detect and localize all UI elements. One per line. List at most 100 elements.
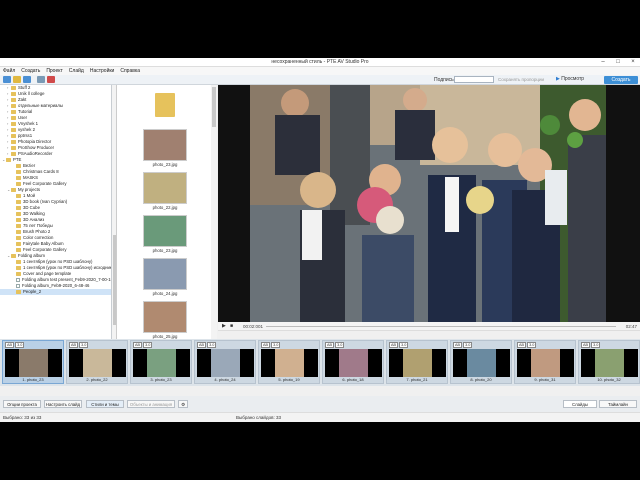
slide-tags: AB 3.0	[69, 342, 89, 348]
folder-icon	[16, 163, 21, 168]
menu-project[interactable]: Проект	[46, 67, 62, 75]
slide-thumbnail[interactable]: AB 3.0 10. photo_32	[578, 340, 640, 384]
preview-photo	[250, 85, 606, 322]
stop-icon[interactable]: ■	[230, 323, 233, 329]
slide-duration: 3.0	[463, 342, 473, 348]
folder-icon	[11, 91, 16, 96]
menu-create[interactable]: Создать	[21, 67, 40, 75]
ab-badge: AB	[133, 342, 143, 348]
folder-icon	[16, 169, 21, 174]
tree-item-label: Brush Photo 2	[23, 229, 51, 234]
tree-item-label: отдельные материалы	[18, 103, 63, 108]
tree-item-label: Feel Corporate Gallery	[23, 181, 67, 186]
new-project-icon[interactable]	[3, 76, 11, 83]
slide-tags: AB 3.0	[389, 342, 409, 348]
styles-themes-button[interactable]: Стили и темы	[86, 400, 124, 408]
file-icon	[16, 283, 20, 288]
slide-settings-button[interactable]: Настроить слайд	[44, 400, 82, 408]
minimize-icon[interactable]: –	[596, 58, 610, 67]
folder-icon	[16, 223, 21, 228]
slide-image	[211, 349, 240, 377]
slide-tags: AB 3.0	[133, 342, 153, 348]
settings-icon[interactable]: ⚙	[178, 400, 188, 408]
slide-strip: AB 3.0 1. photo_23 AB 3.0 2. photo_22 AB 3.0 3. …	[0, 339, 640, 386]
maximize-icon[interactable]: □	[611, 58, 625, 67]
file-thumbnail[interactable]: photo_23.jpg	[143, 129, 187, 167]
slide-label: 6. photo_18	[342, 377, 364, 382]
tree-item-label: Cover and page template	[23, 271, 72, 276]
folder-icon	[11, 127, 16, 132]
slide-image	[147, 349, 176, 377]
preview-button[interactable]: ▶ Просмотр	[556, 76, 584, 82]
tab-timeline[interactable]: Таймлайн	[599, 400, 637, 408]
file-thumbnail[interactable]: photo_24.jpg	[143, 258, 187, 296]
file-thumbnail[interactable]: photo_25.jpg	[143, 301, 187, 339]
slide-image	[531, 349, 560, 377]
menu-help[interactable]: Справка	[120, 67, 140, 75]
ab-badge: AB	[453, 342, 463, 348]
tab-slides[interactable]: Слайды	[563, 400, 597, 408]
caption-input[interactable]	[454, 76, 494, 83]
file-list-scrollbar[interactable]	[211, 85, 217, 366]
slide-image	[595, 349, 624, 377]
folder-icon	[16, 193, 21, 198]
tree-item-label: vyshek 2	[18, 127, 35, 132]
close-icon[interactable]: ×	[626, 58, 640, 67]
ab-badge: AB	[5, 342, 15, 348]
slide-thumbnail[interactable]: AB 3.0 6. photo_18	[322, 340, 384, 384]
folder-icon	[16, 235, 21, 240]
add-slide-icon[interactable]	[37, 76, 45, 83]
menu-slide[interactable]: Слайд	[69, 67, 84, 75]
ab-badge: AB	[69, 342, 79, 348]
caption-label: Подпись	[434, 77, 454, 83]
delete-icon[interactable]	[47, 76, 55, 83]
tree-item-label: My projects	[18, 187, 40, 192]
tree-item[interactable]: People_2	[0, 289, 111, 295]
slide-thumbnail[interactable]: AB 3.0 5. photo_19	[258, 340, 320, 384]
slide-label: 9. photo_31	[534, 377, 556, 382]
file-list: photo_23.jpg photo_22.jpg photo_23.jpgphot…	[117, 85, 211, 366]
folder-icon	[16, 271, 21, 276]
slide-duration: 3.0	[527, 342, 537, 348]
project-options-button[interactable]: Опции проекта	[3, 400, 41, 408]
slide-thumbnail[interactable]: AB 3.0 1. photo_23	[2, 340, 64, 384]
playback-bar: ▶ ■ 00:02:001 02:47	[218, 322, 640, 331]
tree-item-label: Folding album test present_Feb9-2020_7-0…	[22, 277, 112, 282]
menu-settings[interactable]: Настройки	[90, 67, 115, 75]
slide-thumbnail[interactable]: AB 3.0 8. photo_20	[450, 340, 512, 384]
open-project-icon[interactable]	[13, 76, 21, 83]
folder-icon	[6, 157, 11, 162]
slide-thumbnail[interactable]: AB 3.0 4. photo_24	[194, 340, 256, 384]
tree-item-label: pptrss1	[18, 133, 33, 138]
folder-icon	[16, 265, 21, 270]
tree-item-label: 1 сентября (урок по PSD шаблону)	[23, 259, 93, 264]
menu-file[interactable]: Файл	[3, 67, 15, 75]
slide-frame	[581, 349, 638, 377]
file-thumbnail[interactable]: photo_23.jpg	[143, 215, 187, 253]
status-bar: Выбрано: 33 из 33 Выбрано слайдов: 33	[0, 412, 640, 422]
folder-icon	[16, 247, 21, 252]
file-name: photo_23.jpg	[152, 248, 178, 253]
folder-item[interactable]	[143, 87, 187, 117]
current-time: 00:02:001	[243, 324, 264, 329]
folder-icon	[16, 199, 21, 204]
slide-thumbnail[interactable]: AB 3.0 3. photo_23	[130, 340, 192, 384]
slide-thumbnail[interactable]: AB 3.0 2. photo_22	[66, 340, 128, 384]
file-thumbnail[interactable]: photo_22.jpg	[143, 172, 187, 210]
objects-animation-button[interactable]: Объекты и анимация	[127, 400, 175, 408]
folder-icon	[155, 93, 175, 117]
file-icon	[16, 277, 20, 282]
ab-badge: AB	[261, 342, 271, 348]
timeline-track[interactable]	[266, 326, 616, 327]
slide-frame	[197, 349, 254, 377]
slide-thumbnail[interactable]: AB 3.0 9. photo_31	[514, 340, 576, 384]
slide-thumbnail[interactable]: AB 3.0 7. photo_21	[386, 340, 448, 384]
slide-image	[339, 349, 368, 377]
tree-item-label: Christmas Cards 8	[23, 169, 59, 174]
save-project-icon[interactable]	[23, 76, 31, 83]
folder-icon	[11, 139, 16, 144]
window-title: несохраненный стиль - PTE AV Studio Pro	[271, 59, 369, 65]
keep-ratio-checkbox[interactable]: Сохранять пропорции	[498, 77, 544, 82]
create-button[interactable]: Создать	[604, 76, 638, 84]
play-icon[interactable]: ▶	[222, 323, 226, 329]
